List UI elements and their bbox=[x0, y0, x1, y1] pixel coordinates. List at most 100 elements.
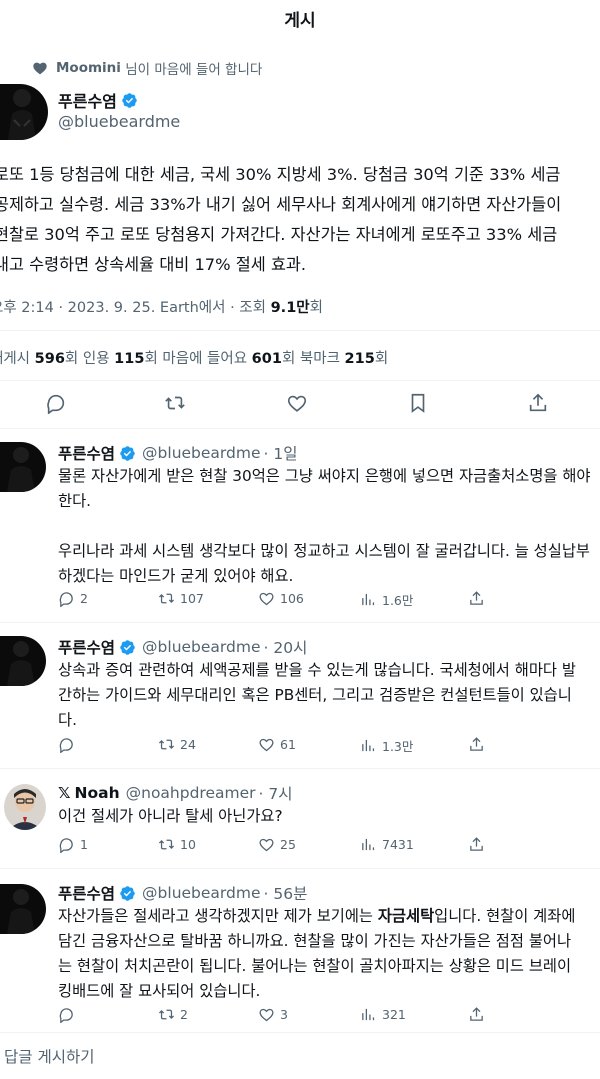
quotes-unit: 회 bbox=[144, 351, 163, 367]
author-name-text[interactable]: Noah bbox=[75, 784, 120, 802]
repost-button[interactable]: 107 bbox=[158, 590, 204, 607]
share-button[interactable] bbox=[468, 736, 490, 753]
reply-text: 물론 자산가에게 받은 현찰 30억은 그냥 써야지 은행에 넣으면 자금출처소… bbox=[58, 464, 598, 589]
share-button[interactable] bbox=[468, 836, 490, 853]
reply-composer[interactable]: 답글 게시하기 bbox=[0, 1032, 600, 1079]
view-count: 9.1만 bbox=[270, 300, 310, 316]
post-time[interactable]: · 7시 bbox=[259, 782, 293, 804]
quotes-stat[interactable]: 인용 115회 bbox=[83, 351, 163, 367]
like-icon bbox=[259, 738, 274, 752]
share-button[interactable] bbox=[527, 392, 551, 416]
reply-text: 이건 절세가 아니라 탈세 아닌가요? bbox=[58, 804, 598, 829]
like-button[interactable] bbox=[286, 392, 310, 416]
author-handle[interactable]: @bluebeardme bbox=[142, 638, 260, 656]
reply-header: 𝕏 Noah @noahpdreamer · 7시 bbox=[58, 782, 293, 804]
share-icon bbox=[470, 837, 483, 851]
reply-action-bar: 2 3 321 bbox=[58, 1006, 598, 1026]
social-context-user[interactable]: Moomini bbox=[56, 60, 121, 76]
reply-button[interactable] bbox=[58, 1006, 80, 1023]
reply-action-bar: 1 10 25 7431 bbox=[58, 836, 598, 856]
page-title: 게시 bbox=[284, 11, 316, 31]
reply-text: 자산가들은 절세라고 생각하겠지만 제가 보기에는 자금세탁입니다. 현찰이 계… bbox=[58, 904, 598, 1004]
like-count: 25 bbox=[280, 837, 296, 852]
repost-button[interactable] bbox=[164, 392, 188, 416]
avatar[interactable] bbox=[0, 884, 46, 934]
reply-text-line: 간하는 가이드와 세무대리인 혹은 PB센터, 그리고 검증받은 컨설턴트들이 … bbox=[58, 686, 572, 704]
repost-button[interactable]: 2 bbox=[158, 1006, 188, 1023]
like-button[interactable]: 106 bbox=[258, 590, 304, 607]
like-button[interactable]: 3 bbox=[258, 1006, 288, 1023]
avatar[interactable] bbox=[0, 636, 46, 686]
divider bbox=[0, 868, 600, 869]
reply-icon bbox=[59, 738, 73, 753]
reply-text-bold: 자금세탁 bbox=[377, 907, 435, 925]
reply-button[interactable] bbox=[58, 736, 80, 753]
reply-header: 푸른수염 @bluebeardme · 20시 bbox=[58, 636, 307, 658]
avatar[interactable] bbox=[0, 84, 48, 140]
author-handle[interactable]: @bluebeardme bbox=[142, 884, 260, 902]
bookmark-button[interactable] bbox=[407, 392, 431, 416]
author-name-text[interactable]: 푸른수염 bbox=[58, 442, 115, 464]
author-name-text[interactable]: 푸른수염 bbox=[58, 636, 115, 658]
post-time[interactable]: · 1일 bbox=[264, 442, 298, 464]
reposts-label: 재게시 bbox=[0, 351, 31, 367]
share-button[interactable] bbox=[468, 1006, 490, 1023]
author-name-text[interactable]: 푸른수염 bbox=[58, 882, 115, 904]
reply-button[interactable]: 1 bbox=[58, 836, 88, 853]
bookmarks-stat[interactable]: 북마크 215회 bbox=[300, 351, 388, 367]
reply-button[interactable]: 2 bbox=[58, 590, 88, 607]
author-name[interactable]: 푸른수염 bbox=[58, 442, 136, 464]
author-handle[interactable]: @bluebeardme bbox=[58, 112, 180, 131]
reply-input-placeholder[interactable]: 답글 게시하기 bbox=[4, 1045, 95, 1067]
views-button[interactable]: 1.3만 bbox=[360, 736, 413, 755]
repost-button[interactable]: 10 bbox=[158, 836, 196, 853]
main-author[interactable]: 푸른수염 bbox=[58, 88, 138, 112]
x-logo-icon: 𝕏 bbox=[58, 784, 71, 802]
likes-stat[interactable]: 마음에 들어요 601회 bbox=[162, 351, 300, 367]
share-button[interactable] bbox=[468, 590, 490, 607]
likes-unit: 회 bbox=[281, 351, 300, 367]
reposts-stat[interactable]: 재게시 596회 bbox=[0, 351, 83, 367]
reply-text-line: 킹배드에 잘 묘사되어 있습니다. bbox=[58, 982, 261, 1000]
author-handle[interactable]: @noahpdreamer bbox=[126, 784, 256, 802]
like-icon bbox=[259, 592, 274, 606]
likes-label: 마음에 들어요 bbox=[162, 351, 252, 367]
post-time[interactable]: · 56분 bbox=[264, 882, 308, 904]
author-name-text[interactable]: 푸른수염 bbox=[58, 88, 117, 112]
verified-badge-icon bbox=[120, 885, 135, 901]
social-context[interactable]: Moomini 님이 마음에 들어 합니다 bbox=[32, 58, 262, 78]
post-time[interactable]: · 20시 bbox=[264, 636, 308, 658]
like-button[interactable]: 61 bbox=[258, 736, 296, 753]
reply-header: 푸른수염 @bluebeardme · 1일 bbox=[58, 442, 297, 464]
post-text-line: 공제하고 실수령. 세금 33%가 내기 싫어 세무사나 회계사에게 얘기하면 … bbox=[0, 195, 562, 214]
top-bar: 게시 bbox=[0, 0, 600, 40]
avatar[interactable] bbox=[0, 442, 46, 492]
reply-icon bbox=[59, 838, 73, 853]
post-stats: 재게시 596회 인용 115회 마음에 들어요 601회 북마크 215회 bbox=[0, 347, 388, 368]
like-icon bbox=[259, 1008, 274, 1022]
repost-icon bbox=[158, 1009, 175, 1020]
like-count: 61 bbox=[280, 737, 296, 752]
reply-icon bbox=[47, 394, 65, 415]
view-count: 321 bbox=[382, 1007, 406, 1022]
like-icon bbox=[287, 395, 307, 412]
author-name[interactable]: 푸른수염 bbox=[58, 88, 138, 112]
reply-button[interactable] bbox=[45, 392, 69, 416]
divider bbox=[0, 330, 600, 331]
author-name[interactable]: 푸른수염 bbox=[58, 636, 136, 658]
like-button[interactable]: 25 bbox=[258, 836, 296, 853]
views-button[interactable]: 7431 bbox=[360, 836, 414, 853]
avatar[interactable] bbox=[4, 784, 46, 830]
views-button[interactable]: 321 bbox=[360, 1006, 406, 1023]
views-icon bbox=[362, 593, 375, 606]
post-meta: 오후 2:14 · 2023. 9. 25. Earth에서 · 조회 9.1만… bbox=[0, 296, 323, 317]
repost-icon bbox=[158, 839, 175, 850]
views-button[interactable]: 1.6만 bbox=[360, 590, 413, 609]
views-icon bbox=[362, 838, 375, 851]
author-handle[interactable]: @bluebeardme bbox=[142, 444, 260, 462]
repost-button[interactable]: 24 bbox=[158, 736, 196, 753]
reply-text-line: 이건 절세가 아니라 탈세 아닌가요? bbox=[58, 807, 283, 825]
post-meta-text: 오후 2:14 · 2023. 9. 25. Earth에서 · 조회 bbox=[0, 300, 271, 316]
author-name[interactable]: 푸른수염 bbox=[58, 882, 136, 904]
author-name[interactable]: 𝕏 Noah bbox=[58, 784, 120, 802]
